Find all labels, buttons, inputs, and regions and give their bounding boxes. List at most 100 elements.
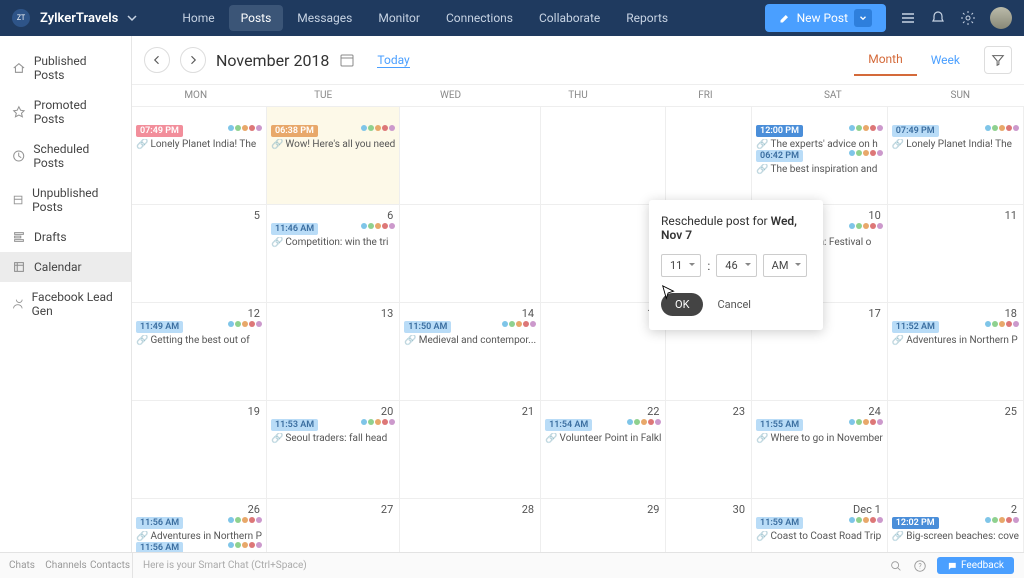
footer-search[interactable]: Here is your Smart Chat (Ctrl+Space): [132, 553, 879, 578]
ampm-select[interactable]: AM: [763, 254, 808, 277]
calendar-cell[interactable]: 19: [132, 401, 267, 499]
event-title[interactable]: 🔗Where to go in November: [756, 433, 883, 444]
nav-monitor[interactable]: Monitor: [366, 5, 432, 31]
calendar-cell[interactable]: 23: [666, 401, 752, 499]
calendar-cell[interactable]: [400, 107, 541, 205]
event-title[interactable]: 🔗Getting the best out of: [136, 335, 262, 346]
calendar-cell[interactable]: [541, 205, 666, 303]
sidebar-item-calendar[interactable]: Calendar: [0, 252, 131, 282]
calendar-cell[interactable]: 21: [400, 401, 541, 499]
dow-WED: WED: [387, 85, 514, 106]
calendar-cell[interactable]: 2011:53 AM🔗Seoul traders: fall head: [267, 401, 400, 499]
sidebar-item-scheduled-posts[interactable]: Scheduled Posts: [0, 134, 131, 178]
next-month-button[interactable]: [180, 47, 206, 73]
nav-home[interactable]: Home: [170, 5, 226, 31]
cancel-button[interactable]: Cancel: [717, 298, 750, 311]
svg-text:?: ?: [918, 562, 922, 570]
footer-contacts[interactable]: Contacts: [88, 560, 132, 571]
event-time: 06:38 PM: [271, 125, 318, 137]
calendar-cell[interactable]: 12:00 PM🔗The experts' advice on h06:42 P…: [752, 107, 888, 205]
filter-button[interactable]: [984, 46, 1012, 74]
new-post-chevron[interactable]: [854, 9, 872, 27]
list-icon[interactable]: [900, 10, 916, 26]
event-title[interactable]: 🔗Lonely Planet India! The: [136, 139, 262, 150]
calendar-cell[interactable]: [541, 107, 666, 205]
calendar-cell[interactable]: 07:49 PM🔗Lonely Planet India! The: [888, 107, 1024, 205]
search-icon[interactable]: [889, 559, 903, 573]
chevron-down-icon[interactable]: [124, 10, 140, 26]
event-time: 11:50 AM: [404, 321, 451, 333]
sidebar-item-unpublished-posts[interactable]: Unpublished Posts: [0, 178, 131, 222]
day-number: 22: [647, 405, 659, 418]
event-time: 11:53 AM: [271, 419, 318, 431]
calendar-cell[interactable]: 611:46 AM🔗Competition: win the tri: [267, 205, 400, 303]
calendar-icon[interactable]: [339, 52, 355, 68]
calendar-cell[interactable]: 1411:50 AM🔗Medieval and contempor...: [400, 303, 541, 401]
nav-collaborate[interactable]: Collaborate: [527, 5, 612, 31]
event-time: 06:42 PM: [756, 150, 803, 162]
calendar-grid: 07:49 PM🔗Lonely Planet India! The06:38 P…: [132, 107, 1024, 578]
event-title[interactable]: 🔗Lonely Planet India! The: [892, 139, 1019, 150]
ok-button[interactable]: OK: [661, 293, 703, 316]
event-title[interactable]: 🔗Adventures in Northern P: [892, 335, 1019, 346]
event-title[interactable]: 🔗The best inspiration and: [756, 164, 883, 175]
event-title[interactable]: 🔗Competition: win the tri: [271, 237, 395, 248]
event-title[interactable]: 🔗Medieval and contempor...: [404, 335, 536, 346]
chat-icon: [947, 561, 957, 571]
calendar-cell[interactable]: 06:38 PM 🔗Wow! Here's all you need: [267, 107, 400, 205]
gear-icon[interactable]: [960, 10, 976, 26]
today-link[interactable]: Today: [377, 53, 409, 68]
nav-messages[interactable]: Messages: [285, 5, 364, 31]
calendar-cell[interactable]: 25: [888, 401, 1024, 499]
calendar-cell[interactable]: 1211:49 AM🔗Getting the best out of: [132, 303, 267, 401]
day-number: 2: [1011, 503, 1017, 516]
sidebar-icon: [12, 193, 24, 207]
calendar-cell[interactable]: 07:49 PM🔗Lonely Planet India! The: [132, 107, 267, 205]
avatar[interactable]: [990, 7, 1012, 29]
event-time: 11:59 AM: [756, 517, 803, 529]
pencil-icon: [779, 12, 791, 24]
hour-select[interactable]: 11: [661, 254, 701, 277]
calendar-cell[interactable]: 15: [541, 303, 666, 401]
calendar-cell[interactable]: [666, 107, 752, 205]
event-title[interactable]: 🔗Wow! Here's all you need: [271, 139, 395, 150]
event-title[interactable]: 🔗Volunteer Point in Falkl: [545, 433, 661, 444]
calendar-title: November 2018: [216, 51, 329, 70]
sidebar-item-published-posts[interactable]: Published Posts: [0, 46, 131, 90]
brand-name[interactable]: ZylkerTravels: [40, 11, 118, 26]
sidebar: Published PostsPromoted PostsScheduled P…: [0, 36, 132, 578]
sidebar-item-promoted-posts[interactable]: Promoted Posts: [0, 90, 131, 134]
feedback-button[interactable]: Feedback: [937, 557, 1014, 574]
calendar-cell[interactable]: 13: [267, 303, 400, 401]
calendar-cell[interactable]: 11: [888, 205, 1024, 303]
view-month[interactable]: Month: [854, 44, 916, 76]
event-title[interactable]: 🔗Seoul traders: fall head: [271, 433, 395, 444]
minute-select[interactable]: 46: [716, 254, 756, 277]
calendar-cell[interactable]: [400, 205, 541, 303]
calendar-cell[interactable]: 1811:52 AM🔗Adventures in Northern P: [888, 303, 1024, 401]
nav-reports[interactable]: Reports: [614, 5, 680, 31]
day-number: 24: [868, 405, 880, 418]
footer-channels[interactable]: Channels: [44, 560, 88, 571]
dow-THU: THU: [514, 85, 641, 106]
calendar-cell[interactable]: 5: [132, 205, 267, 303]
sidebar-item-drafts[interactable]: Drafts: [0, 222, 131, 252]
event-title[interactable]: 🔗Coast to Coast Road Trip: [756, 531, 883, 542]
prev-month-button[interactable]: [144, 47, 170, 73]
sidebar-icon: [12, 260, 26, 274]
new-post-button[interactable]: New Post: [765, 4, 886, 32]
event-title[interactable]: 🔗Adventures in Northern P: [136, 531, 262, 542]
nav-posts[interactable]: Posts: [229, 5, 284, 31]
event-title[interactable]: 🔗Big-screen beaches: cove: [892, 531, 1019, 542]
calendar-cell[interactable]: 2211:54 AM🔗Volunteer Point in Falkl: [541, 401, 666, 499]
bell-icon[interactable]: [930, 10, 946, 26]
footer-chats[interactable]: Chats: [0, 560, 44, 571]
view-week[interactable]: Week: [917, 45, 974, 75]
nav-connections[interactable]: Connections: [434, 5, 525, 31]
brand-icon: ZT: [12, 9, 30, 27]
dow-FRI: FRI: [642, 85, 769, 106]
sidebar-item-facebook-lead-gen[interactable]: Facebook Lead Gen: [0, 282, 131, 326]
help-icon[interactable]: ?: [913, 559, 927, 573]
event-title[interactable]: 🔗The experts' advice on h: [756, 139, 883, 150]
calendar-cell[interactable]: 2411:55 AM🔗Where to go in November: [752, 401, 888, 499]
